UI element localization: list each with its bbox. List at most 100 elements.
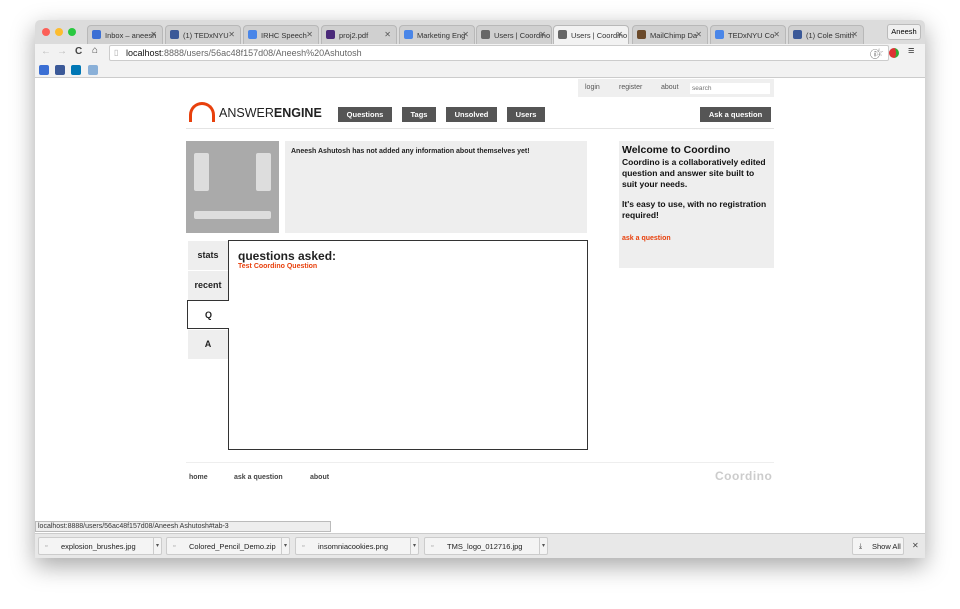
avatar-mouth [194,211,271,219]
extension-icon[interactable]: ⓘ [870,46,880,61]
file-icon: ▫ [302,543,305,550]
tab-answers[interactable]: A [188,330,228,359]
address-bar[interactable]: ▯ localhost:8888/users/56ac48f157d08/Ane… [109,45,889,61]
footer-home-link[interactable]: home [189,474,208,481]
tab-favicon-icon [404,30,413,39]
welcome-title: Welcome to Coordino [622,144,731,156]
footer-logo: Coordino [715,469,773,483]
download-filename: Colored_Pencil_Demo.zip [189,542,276,551]
browser-tab[interactable]: IRHC Speech ✕ [243,25,319,44]
tab-content: questions asked: Test Coordino Question [228,240,588,450]
close-tab-icon[interactable]: ✕ [695,30,702,39]
browser-tab[interactable]: (1) TEDxNYU ✕ [165,25,241,44]
download-menu-icon[interactable]: ▾ [410,537,418,555]
tab-title: (1) Cole Smith [806,31,854,40]
page: login register about ANSWERENGINE Questi… [35,78,925,533]
tab-favicon-icon [793,30,802,39]
bookmark-inbox-icon[interactable] [39,65,49,75]
browser-tab[interactable]: Users | Coordino ✕ [553,25,629,44]
tab-recent[interactable]: recent [188,271,228,300]
browser-toolbar: ← → C ⌂ ▯ localhost:8888/users/56ac48f15… [35,44,925,62]
maximize-window-button[interactable] [68,28,76,36]
download-icon: ⤓ [859,543,863,550]
browser-tab[interactable]: Marketing Eng ✕ [399,25,475,44]
bookmarks-bar [35,62,925,78]
bookmark-folder-icon[interactable] [88,65,98,75]
download-item[interactable]: ▫ TMS_logo_012716.jpg ▾ [424,537,548,555]
tab-title: TEDxNYU Co [728,31,775,40]
footer-divider [186,462,774,463]
close-window-button[interactable] [42,28,50,36]
profile-button[interactable]: Aneesh [887,24,921,40]
about-box: Aneesh Ashutosh has not added any inform… [285,141,587,233]
download-filename: TMS_logo_012716.jpg [447,542,523,551]
footer-about-link[interactable]: about [310,474,329,481]
tab-favicon-icon [326,30,335,39]
close-tab-icon[interactable]: ✕ [773,30,780,39]
close-tab-icon[interactable]: ✕ [462,30,469,39]
questions-heading: questions asked: [238,249,337,263]
close-downloads-icon[interactable]: ✕ [912,541,919,550]
file-icon: ▫ [173,543,176,550]
download-item[interactable]: ▫ insomniacookies.png ▾ [295,537,419,555]
footer-ask-link[interactable]: ask a question [234,474,283,481]
bookmark-facebook-icon[interactable] [55,65,65,75]
tab-favicon-icon [637,30,646,39]
close-tab-icon[interactable]: ✕ [851,30,858,39]
browser-tab[interactable]: Users | Coordino ✕ [476,25,552,44]
close-tab-icon[interactable]: ✕ [539,30,546,39]
status-url: localhost:8888/users/56ac48f157d08/Anees… [35,521,331,532]
welcome-text-2: It's easy to use, with no registration r… [622,199,767,220]
register-link[interactable]: register [619,84,642,91]
close-tab-icon[interactable]: ✕ [306,30,313,39]
tab-favicon-icon [558,30,567,39]
reload-icon[interactable]: C [75,46,82,57]
nav-unsolved[interactable]: Unsolved [446,107,497,122]
nav-users[interactable]: Users [507,107,545,122]
tab-title: proj2.pdf [339,31,369,40]
tab-favicon-icon [481,30,490,39]
header-divider [186,128,774,129]
extension-color-icon[interactable] [889,48,899,58]
ask-question-button[interactable]: Ask a question [700,107,771,122]
tab-favicon-icon [170,30,179,39]
url-path: :8888/users/56ac48f157d08/Aneesh%20Ashut… [161,48,362,58]
menu-icon[interactable]: ≡ [908,45,914,57]
forward-icon[interactable]: → [57,46,67,57]
tab-title: IRHC Speech [261,31,307,40]
tab-stats[interactable]: stats [188,241,228,270]
download-item[interactable]: ▫ explosion_brushes.jpg ▾ [38,537,162,555]
close-tab-icon[interactable]: ✕ [616,30,623,39]
close-tab-icon[interactable]: ✕ [150,30,157,39]
nav-questions[interactable]: Questions [338,107,392,122]
download-menu-icon[interactable]: ▾ [153,537,161,555]
bookmark-linkedin-icon[interactable] [71,65,81,75]
about-link[interactable]: about [661,84,679,91]
back-icon[interactable]: ← [41,46,51,57]
sidebar-ask-link[interactable]: ask a question [622,235,771,242]
tab-favicon-icon [248,30,257,39]
show-all-button[interactable]: ⤓ Show All [852,537,904,555]
file-icon: ▫ [45,543,48,550]
browser-tab[interactable]: proj2.pdf ✕ [321,25,397,44]
minimize-window-button[interactable] [55,28,63,36]
tab-questions[interactable]: Q [187,300,229,329]
tab-favicon-icon [92,30,101,39]
home-icon[interactable]: ⌂ [92,45,98,56]
login-link[interactable]: login [585,84,600,91]
browser-tab[interactable]: Inbox – aneesh ✕ [87,25,163,44]
download-menu-icon[interactable]: ▾ [281,537,289,555]
search-input[interactable] [690,83,770,94]
question-link[interactable]: Test Coordino Question [238,263,578,270]
avatar-eye-right [256,153,271,191]
downloads-bar: ▫ explosion_brushes.jpg ▾ ▫ Colored_Pencil_D… [35,533,925,558]
download-menu-icon[interactable]: ▾ [539,537,547,555]
browser-tab[interactable]: TEDxNYU Co ✕ [710,25,786,44]
download-item[interactable]: ▫ Colored_Pencil_Demo.zip ▾ [166,537,290,555]
nav-tags[interactable]: Tags [402,107,436,122]
close-tab-icon[interactable]: ✕ [384,30,391,39]
welcome-sidebar: Welcome to Coordino Coordino is a collab… [619,141,774,268]
browser-tab[interactable]: (1) Cole Smith ✕ [788,25,864,44]
browser-tab[interactable]: MailChimp Da ✕ [632,25,708,44]
close-tab-icon[interactable]: ✕ [228,30,235,39]
